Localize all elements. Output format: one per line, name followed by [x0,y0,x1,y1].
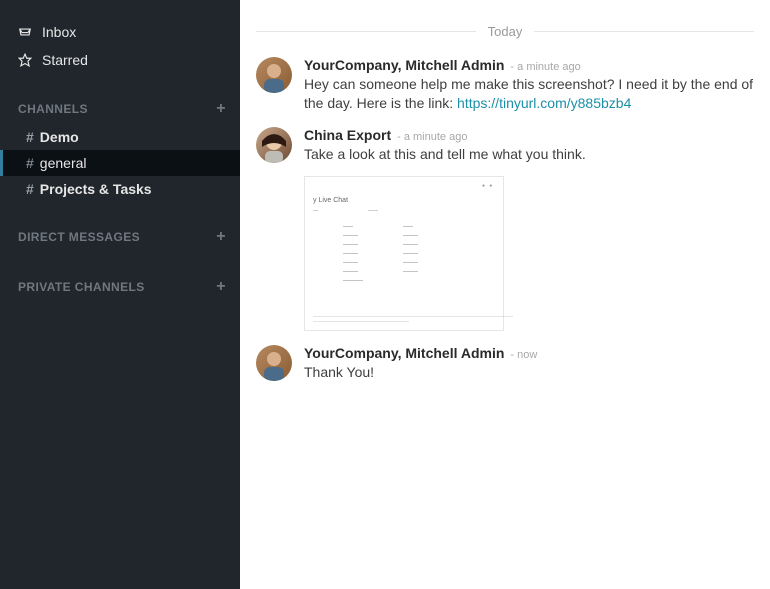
message-author: China Export [304,127,391,143]
channels-section: CHANNELS + # Demo # general # Projects &… [0,94,240,202]
dm-header: DIRECT MESSAGES + [0,222,240,252]
message: YourCompany, Mitchell Admin - a minute a… [256,57,754,113]
inbox-label: Inbox [42,24,76,40]
attachment-preview[interactable]: ● ● y Live Chat ——— ————————————————————… [304,176,504,331]
dm-label: DIRECT MESSAGES [18,230,140,244]
channel-label: Demo [40,129,79,145]
message-author: YourCompany, Mitchell Admin [304,345,504,361]
hash-icon: # [26,155,34,171]
avatar [256,127,292,163]
date-separator: Today [256,24,754,39]
hash-icon: # [26,129,34,145]
message-text: Hey can someone help me make this screen… [304,75,754,113]
private-header: PRIVATE CHANNELS + [0,272,240,302]
inbox-icon [18,25,32,39]
message-time: - a minute ago [510,61,580,73]
message-body: YourCompany, Mitchell Admin - now Thank … [304,345,754,382]
channels-header: CHANNELS + [0,94,240,124]
private-label: PRIVATE CHANNELS [18,280,145,294]
channel-label: Projects & Tasks [40,181,152,197]
message-time: - a minute ago [397,131,467,143]
message-text: Thank You! [304,363,754,382]
starred-label: Starred [42,52,88,68]
channel-label: general [40,155,87,171]
message-author: YourCompany, Mitchell Admin [304,57,504,73]
date-label: Today [476,24,535,39]
hash-icon: # [26,181,34,197]
message-thread: Today YourCompany, Mitchell Admin - a mi… [240,0,770,589]
private-section: PRIVATE CHANNELS + [0,272,240,302]
add-channel-button[interactable]: + [216,100,226,118]
star-icon [18,53,32,67]
add-private-button[interactable]: + [216,278,226,296]
avatar [256,57,292,93]
dm-section: DIRECT MESSAGES + [0,222,240,252]
channel-projects-tasks[interactable]: # Projects & Tasks [0,176,240,202]
message-time: - now [510,349,537,361]
starred-item[interactable]: Starred [0,46,240,74]
message: China Export - a minute ago Take a look … [256,127,754,331]
channel-general[interactable]: # general [0,150,240,176]
message-body: China Export - a minute ago Take a look … [304,127,754,331]
avatar [256,345,292,381]
channels-label: CHANNELS [18,102,88,116]
channel-demo[interactable]: # Demo [0,124,240,150]
inbox-item[interactable]: Inbox [0,18,240,46]
message-text: Take a look at this and tell me what you… [304,145,754,164]
message: YourCompany, Mitchell Admin - now Thank … [256,345,754,382]
message-link[interactable]: https://tinyurl.com/y885bzb4 [457,95,631,111]
sidebar: Inbox Starred CHANNELS + # Demo # genera… [0,0,240,589]
add-dm-button[interactable]: + [216,228,226,246]
message-body: YourCompany, Mitchell Admin - a minute a… [304,57,754,113]
